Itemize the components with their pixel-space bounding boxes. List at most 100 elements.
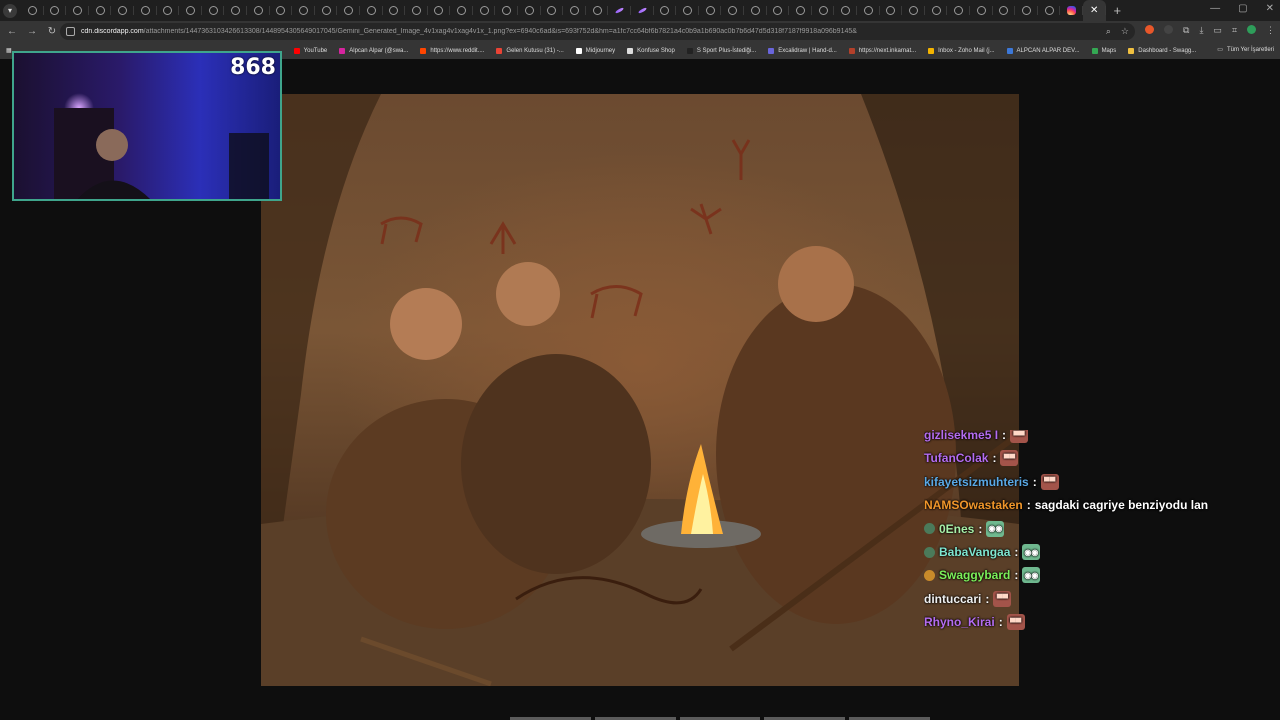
- stream-chat: gizlisekme5 I: ▀▀ TufanColak: ▀▀ kifayetsizm…: [924, 430, 1264, 660]
- browser-tab[interactable]: [947, 0, 970, 21]
- browser-tab[interactable]: [44, 0, 67, 21]
- browser-tab[interactable]: [66, 0, 89, 21]
- browser-tab[interactable]: [111, 0, 134, 21]
- download-icon[interactable]: ⤓: [1199, 25, 1203, 36]
- extensions-puzzle-icon[interactable]: ⧉: [1183, 25, 1189, 36]
- bookmark-star-icon[interactable]: ☆: [1121, 26, 1129, 37]
- bookmark-item[interactable]: Midjourney: [575, 47, 615, 54]
- tab-favicon-icon: [321, 6, 331, 15]
- browser-tab[interactable]: [224, 0, 247, 21]
- browser-tab[interactable]: [608, 0, 631, 21]
- browser-tab[interactable]: [789, 0, 812, 21]
- streamer-webcam: 868: [12, 51, 282, 201]
- browser-tab[interactable]: [495, 0, 518, 21]
- browser-tab[interactable]: [450, 0, 473, 21]
- browser-tab[interactable]: [880, 0, 903, 21]
- forward-button[interactable]: →: [24, 26, 40, 37]
- bookmark-item[interactable]: Konfuse Shop: [627, 47, 675, 54]
- bookmark-label: Gelen Kutusu (31) -...: [506, 47, 564, 54]
- back-button[interactable]: ←: [4, 26, 20, 37]
- url-host: cdn.discordapp.com: [81, 28, 144, 35]
- browser-tab[interactable]: [767, 0, 790, 21]
- bookmark-item[interactable]: Inbox - Zoho Mail (j...: [928, 47, 995, 54]
- browser-tab[interactable]: [473, 0, 496, 21]
- extension-icon[interactable]: ⌗: [1232, 25, 1237, 36]
- browser-tab[interactable]: [631, 0, 654, 21]
- extension-icon[interactable]: [1145, 25, 1154, 34]
- browser-tab[interactable]: [1038, 0, 1061, 21]
- browser-tab[interactable]: [744, 0, 767, 21]
- close-tab-icon[interactable]: ✕: [1090, 5, 1098, 16]
- browser-tab[interactable]: [563, 0, 586, 21]
- browser-tab[interactable]: ✕: [1082, 0, 1106, 21]
- menu-dots-icon[interactable]: ⋮: [1266, 25, 1275, 36]
- browser-tab[interactable]: [857, 0, 880, 21]
- browser-tab[interactable]: [315, 0, 338, 21]
- bookmark-item[interactable]: S Sport Plus-İstediği...: [686, 47, 756, 54]
- browser-tab[interactable]: [993, 0, 1016, 21]
- close-window-button[interactable]: ✕: [1266, 3, 1274, 14]
- url-path: /attachments/1447363103426613308/1448954…: [143, 28, 857, 35]
- apps-grid-icon[interactable]: ▦: [6, 47, 12, 54]
- browser-tab[interactable]: [89, 0, 112, 21]
- browser-tab[interactable]: [654, 0, 677, 21]
- site-info-icon[interactable]: [66, 27, 75, 36]
- bookmark-item[interactable]: ALPCAN ALPAR DEV...: [1006, 47, 1080, 54]
- browser-tab[interactable]: [157, 0, 180, 21]
- address-bar[interactable]: cdn.discordapp.com/attachments/144736310…: [60, 23, 1135, 40]
- chat-message: kifayetsizmuhteris: ▀▀: [924, 472, 1059, 492]
- url-text[interactable]: cdn.discordapp.com/attachments/144736310…: [81, 28, 1071, 35]
- profile-avatar[interactable]: [1247, 25, 1257, 34]
- all-bookmarks-label: Tüm Yer İşaretleri: [1226, 46, 1274, 53]
- browser-tab[interactable]: [834, 0, 857, 21]
- bookmark-item[interactable]: Gelen Kutusu (31) -...: [496, 47, 564, 54]
- browser-tab[interactable]: [292, 0, 315, 21]
- all-bookmarks-button[interactable]: ▭ Tüm Yer İşaretleri: [1217, 46, 1274, 54]
- bookmark-item[interactable]: Alpcan Alpar (@swa...: [339, 47, 408, 54]
- browser-tab[interactable]: [383, 0, 406, 21]
- tab-search-button[interactable]: ▾: [3, 3, 17, 18]
- browser-tab[interactable]: [586, 0, 609, 21]
- bookmark-item[interactable]: https://next.inkarnat...: [848, 47, 916, 54]
- bookmark-item[interactable]: Maps: [1091, 47, 1116, 54]
- ogre-emote-icon: ◉◉: [1022, 567, 1041, 584]
- browser-tab[interactable]: [812, 0, 835, 21]
- browser-tab[interactable]: [270, 0, 293, 21]
- browser-tab[interactable]: [721, 0, 744, 21]
- browser-tab[interactable]: [970, 0, 993, 21]
- reload-button[interactable]: ↻: [44, 26, 60, 37]
- rage-emote-icon: ▀▀: [993, 590, 1012, 607]
- bookmark-item[interactable]: Dashboard - Swagg...: [1128, 47, 1196, 54]
- browser-tab[interactable]: [518, 0, 541, 21]
- tab-favicon-icon: [298, 6, 308, 15]
- browser-tab[interactable]: [699, 0, 722, 21]
- tab-favicon-icon: [479, 6, 489, 15]
- browser-tab[interactable]: [1015, 0, 1038, 21]
- maximize-button[interactable]: ▢: [1238, 3, 1247, 14]
- browser-tab[interactable]: [337, 0, 360, 21]
- new-tab-button[interactable]: +: [1114, 3, 1122, 18]
- browser-tab[interactable]: [360, 0, 383, 21]
- bookmark-item[interactable]: YouTube: [293, 47, 327, 54]
- browser-tab[interactable]: [541, 0, 564, 21]
- browser-tab[interactable]: [428, 0, 451, 21]
- browser-tab[interactable]: [179, 0, 202, 21]
- browser-tab[interactable]: [21, 0, 44, 21]
- tab-favicon-icon: [411, 6, 421, 15]
- browser-tab[interactable]: [902, 0, 925, 21]
- browser-tab[interactable]: [247, 0, 270, 21]
- browser-tab[interactable]: [202, 0, 225, 21]
- extension-icon[interactable]: [1164, 25, 1173, 34]
- zoom-icon[interactable]: ⌕: [1106, 26, 1111, 37]
- browser-tab[interactable]: [676, 0, 699, 21]
- browser-tab[interactable]: [134, 0, 157, 21]
- browser-tab[interactable]: [405, 0, 428, 21]
- chat-username: 0Enes: [939, 521, 975, 536]
- browser-tab[interactable]: [1060, 0, 1083, 21]
- cast-icon[interactable]: ▭: [1213, 25, 1222, 36]
- bookmark-item[interactable]: https://www.reddit....: [420, 47, 484, 54]
- rage-emote-icon: ▀▀: [1006, 614, 1025, 631]
- browser-tab[interactable]: [925, 0, 948, 21]
- bookmark-item[interactable]: Excalidraw | Hand-d...: [768, 47, 837, 54]
- minimize-button[interactable]: —: [1210, 3, 1220, 14]
